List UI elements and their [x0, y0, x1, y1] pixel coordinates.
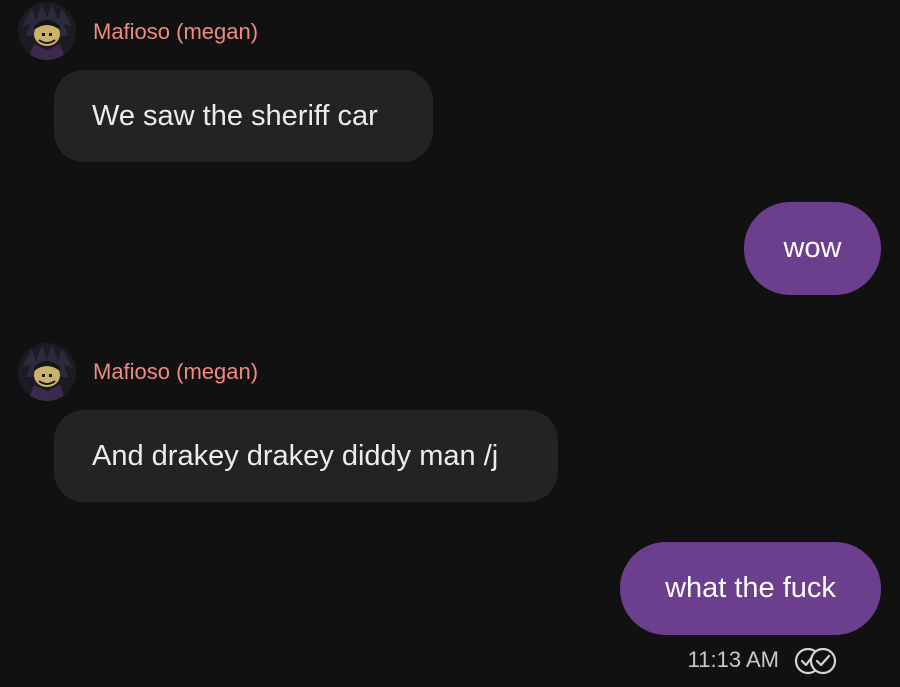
message-timestamp: 11:13 AM [687, 647, 779, 672]
sender-name: Mafioso (megan) [93, 19, 259, 44]
message-bubble-outgoing[interactable]: what the fuck [620, 542, 881, 635]
avatar-image-icon [18, 343, 76, 401]
double-check-icon [794, 647, 837, 675]
sender-avatar[interactable] [18, 343, 76, 401]
sender-name: Mafioso (megan) [93, 359, 259, 384]
message-bubble-incoming[interactable]: We saw the sheriff car [54, 70, 433, 162]
sender-avatar[interactable] [18, 2, 76, 60]
message-bubble-outgoing[interactable]: wow [744, 202, 881, 295]
message-bubble-incoming[interactable]: And drakey drakey diddy man /j [54, 410, 558, 502]
chat-screen: Mafioso (megan) We saw the sheriff car w… [0, 0, 900, 687]
avatar-image-icon [18, 2, 76, 60]
